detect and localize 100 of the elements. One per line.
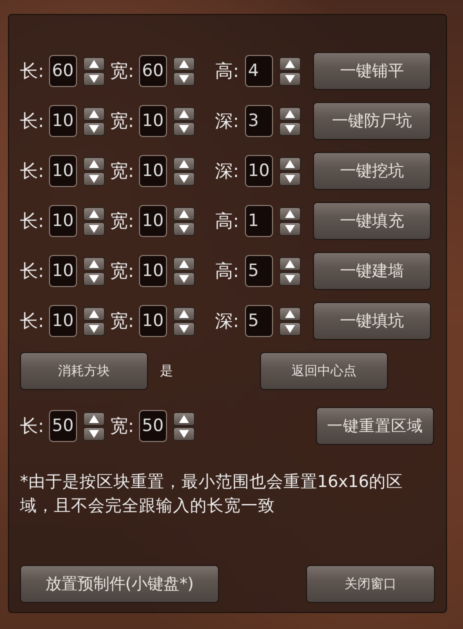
action-button[interactable]: 一键挖坑 <box>313 152 431 190</box>
increment-button[interactable] <box>173 256 195 270</box>
increment-button[interactable] <box>173 56 195 70</box>
down-arrow-icon <box>285 274 295 282</box>
number-field[interactable]: 10 <box>139 105 167 137</box>
down-arrow-icon <box>285 174 295 182</box>
decrement-button[interactable] <box>279 322 301 336</box>
down-arrow-icon <box>89 74 99 82</box>
down-arrow-icon <box>89 174 99 182</box>
decrement-button[interactable] <box>83 122 105 136</box>
increment-button[interactable] <box>83 106 105 120</box>
number-field[interactable]: 5 <box>245 305 273 337</box>
increment-button[interactable] <box>173 206 195 220</box>
down-arrow-icon <box>179 174 189 182</box>
up-arrow-icon <box>89 160 99 168</box>
number-field[interactable]: 50 <box>139 410 167 442</box>
decrement-button[interactable] <box>83 222 105 236</box>
increment-button[interactable] <box>279 56 301 70</box>
number-field[interactable]: 10 <box>49 205 77 237</box>
number-field[interactable]: 50 <box>49 410 77 442</box>
increment-button[interactable] <box>83 412 105 426</box>
decrement-button[interactable] <box>173 172 195 186</box>
increment-button[interactable] <box>279 206 301 220</box>
up-arrow-icon <box>89 210 99 218</box>
increment-button[interactable] <box>173 106 195 120</box>
increment-button[interactable] <box>173 306 195 320</box>
close-window-button[interactable]: 关闭窗口 <box>306 565 435 603</box>
increment-button[interactable] <box>83 206 105 220</box>
decrement-button[interactable] <box>279 172 301 186</box>
up-arrow-icon <box>285 160 295 168</box>
field-label: 高: <box>215 260 240 283</box>
up-arrow-icon <box>89 260 99 268</box>
increment-button[interactable] <box>279 106 301 120</box>
up-arrow-icon <box>285 60 295 68</box>
number-field[interactable]: 10 <box>49 255 77 287</box>
number-field[interactable]: 3 <box>245 105 273 137</box>
number-field[interactable]: 10 <box>49 305 77 337</box>
decrement-button[interactable] <box>279 122 301 136</box>
return-center-button[interactable]: 返回中心点 <box>260 352 388 390</box>
consume-blocks-button[interactable]: 消耗方块 <box>20 352 148 390</box>
field-label: 宽: <box>110 110 136 133</box>
decrement-button[interactable] <box>173 72 195 86</box>
number-field[interactable]: 4 <box>245 55 273 87</box>
down-arrow-icon <box>179 224 189 232</box>
increment-button[interactable] <box>83 56 105 70</box>
decrement-button[interactable] <box>173 426 195 440</box>
decrement-button[interactable] <box>83 272 105 286</box>
field-label: 宽: <box>110 210 136 233</box>
increment-button[interactable] <box>279 306 301 320</box>
number-field[interactable]: 10 <box>139 205 167 237</box>
action-button[interactable]: 一键铺平 <box>313 52 431 90</box>
number-field[interactable]: 10 <box>139 155 167 187</box>
down-arrow-icon <box>89 430 99 438</box>
increment-button[interactable] <box>83 306 105 320</box>
number-field[interactable]: 1 <box>245 205 273 237</box>
up-arrow-icon <box>179 260 189 268</box>
number-field[interactable]: 60 <box>139 55 167 87</box>
down-arrow-icon <box>285 324 295 332</box>
increment-button[interactable] <box>173 156 195 170</box>
decrement-button[interactable] <box>83 426 105 440</box>
number-field[interactable]: 10 <box>245 155 273 187</box>
increment-button[interactable] <box>173 412 195 426</box>
decrement-button[interactable] <box>279 72 301 86</box>
up-arrow-icon <box>89 310 99 318</box>
number-field[interactable]: 10 <box>49 155 77 187</box>
decrement-button[interactable] <box>173 122 195 136</box>
decrement-button[interactable] <box>83 72 105 86</box>
field-label: 深: <box>215 110 240 133</box>
number-field[interactable]: 10 <box>49 105 77 137</box>
action-button[interactable]: 一键填坑 <box>313 302 431 340</box>
place-prefab-button[interactable]: 放置预制件(小键盘*) <box>20 565 219 603</box>
action-button[interactable]: 一键填充 <box>313 202 431 240</box>
number-field[interactable]: 5 <box>245 255 273 287</box>
decrement-button[interactable] <box>173 222 195 236</box>
action-button[interactable]: 一键防尸坑 <box>313 102 431 140</box>
increment-button[interactable] <box>83 156 105 170</box>
increment-button[interactable] <box>279 256 301 270</box>
decrement-button[interactable] <box>173 272 195 286</box>
number-field[interactable]: 60 <box>49 55 77 87</box>
reset-area-button[interactable]: 一键重置区域 <box>316 407 434 445</box>
down-arrow-icon <box>285 124 295 132</box>
decrement-button[interactable] <box>279 222 301 236</box>
number-field[interactable]: 10 <box>139 305 167 337</box>
decrement-button[interactable] <box>279 272 301 286</box>
increment-button[interactable] <box>83 256 105 270</box>
note-text: *由于是按区块重置，最小范围也会重置16x16的区域，且不会完全跟输入的长宽一致 <box>20 471 404 517</box>
up-arrow-icon <box>179 160 189 168</box>
up-arrow-icon <box>89 60 99 68</box>
up-arrow-icon <box>285 110 295 118</box>
down-arrow-icon <box>179 74 189 82</box>
increment-button[interactable] <box>279 156 301 170</box>
number-field[interactable]: 10 <box>139 255 167 287</box>
decrement-button[interactable] <box>173 322 195 336</box>
decrement-button[interactable] <box>83 322 105 336</box>
field-label: 深: <box>215 160 240 183</box>
up-arrow-icon <box>179 310 189 318</box>
down-arrow-icon <box>179 124 189 132</box>
up-arrow-icon <box>179 414 189 422</box>
action-button[interactable]: 一键建墙 <box>313 252 431 290</box>
decrement-button[interactable] <box>83 172 105 186</box>
